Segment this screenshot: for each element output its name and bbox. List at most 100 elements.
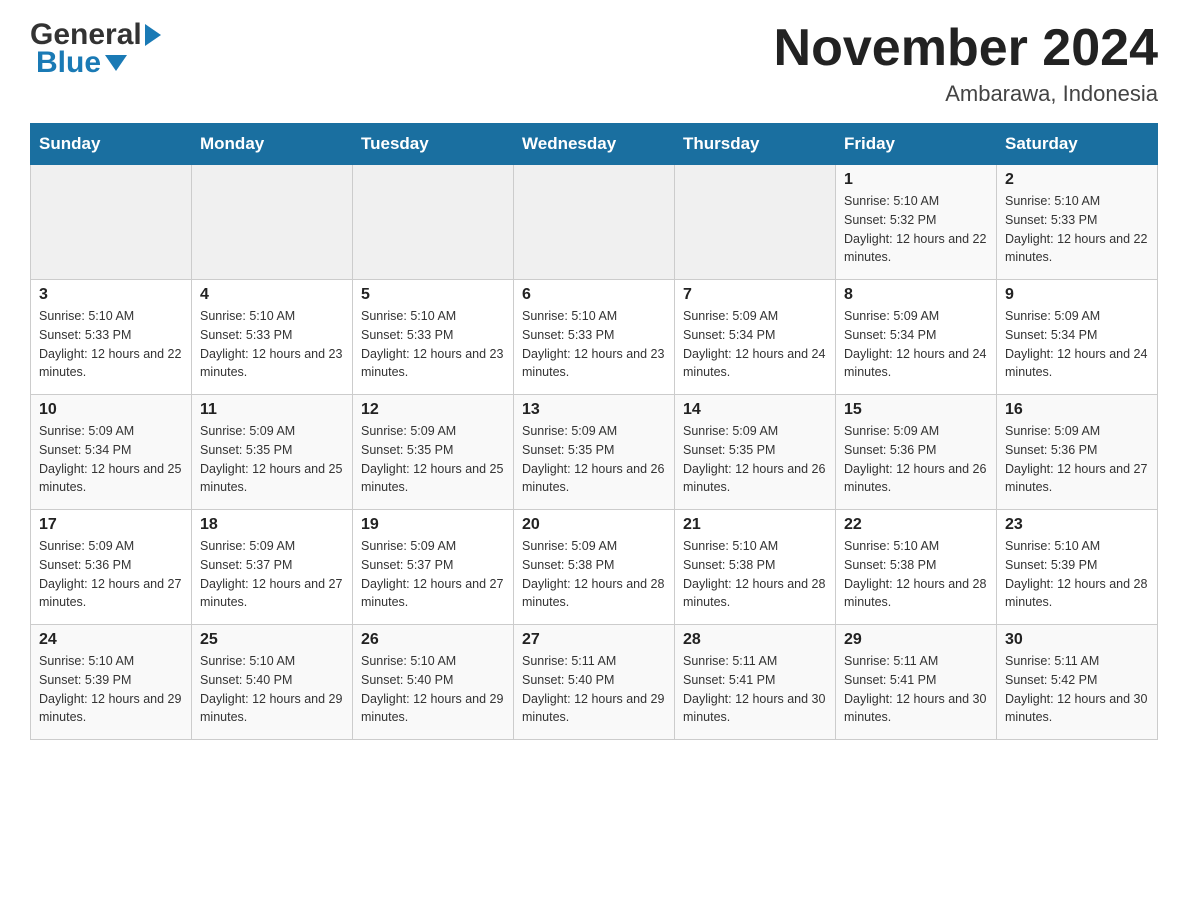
day-info: Sunrise: 5:09 AMSunset: 5:36 PMDaylight:… <box>844 422 988 497</box>
calendar-cell: 23Sunrise: 5:10 AMSunset: 5:39 PMDayligh… <box>997 510 1158 625</box>
day-number: 11 <box>200 401 344 419</box>
day-info: Sunrise: 5:11 AMSunset: 5:41 PMDaylight:… <box>844 652 988 727</box>
calendar-cell: 15 Sunrise: 5:09 AMSunset: 5:36 PMDayligh… <box>836 395 997 510</box>
day-info: Sunrise: 5:09 AMSunset: 5:34 PMDaylight:… <box>683 307 827 382</box>
day-info: Sunrise: 5:10 AMSunset: 5:33 PMDaylight:… <box>1005 192 1149 267</box>
day-number: 16 <box>1005 401 1149 419</box>
calendar-cell <box>353 165 514 280</box>
logo-triangle-right-icon <box>145 24 161 46</box>
day-number: 7 <box>683 286 827 304</box>
header: General Blue November 2024 Ambarawa, Ind… <box>30 20 1158 107</box>
calendar-cell: 28Sunrise: 5:11 AMSunset: 5:41 PMDayligh… <box>675 625 836 740</box>
header-row: SundayMondayTuesdayWednesdayThursdayFrid… <box>31 124 1158 165</box>
day-info: Sunrise: 5:11 AMSunset: 5:42 PMDaylight:… <box>1005 652 1149 727</box>
calendar-cell: 8Sunrise: 5:09 AMSunset: 5:34 PMDaylight… <box>836 280 997 395</box>
day-number: 1 <box>844 171 988 189</box>
calendar-cell: 1 Sunrise: 5:10 AMSunset: 5:32 PMDaylight… <box>836 165 997 280</box>
calendar-cell: 14Sunrise: 5:09 AMSunset: 5:35 PMDayligh… <box>675 395 836 510</box>
calendar-cell: 24 Sunrise: 5:10 AMSunset: 5:39 PMDayligh… <box>31 625 192 740</box>
week-row: 24 Sunrise: 5:10 AMSunset: 5:39 PMDayligh… <box>31 625 1158 740</box>
day-header-tuesday: Tuesday <box>353 124 514 165</box>
day-number: 14 <box>683 401 827 419</box>
day-number: 13 <box>522 401 666 419</box>
calendar-cell: 3 Sunrise: 5:10 AMSunset: 5:33 PMDaylight… <box>31 280 192 395</box>
logo-triangle-down-icon <box>105 55 127 71</box>
day-number: 5 <box>361 286 505 304</box>
week-row: 1 Sunrise: 5:10 AMSunset: 5:32 PMDaylight… <box>31 165 1158 280</box>
title-area: November 2024 Ambarawa, Indonesia <box>774 20 1158 107</box>
day-info: Sunrise: 5:10 AMSunset: 5:40 PMDaylight:… <box>200 652 344 727</box>
day-number: 20 <box>522 516 666 534</box>
calendar-cell: 2 Sunrise: 5:10 AMSunset: 5:33 PMDaylight… <box>997 165 1158 280</box>
calendar-cell: 25Sunrise: 5:10 AMSunset: 5:40 PMDayligh… <box>192 625 353 740</box>
calendar-cell: 12 Sunrise: 5:09 AMSunset: 5:35 PMDayligh… <box>353 395 514 510</box>
calendar-cell: 16 Sunrise: 5:09 AMSunset: 5:36 PMDayligh… <box>997 395 1158 510</box>
calendar-cell <box>514 165 675 280</box>
day-info: Sunrise: 5:09 AMSunset: 5:36 PMDaylight:… <box>39 537 183 612</box>
calendar-cell: 22Sunrise: 5:10 AMSunset: 5:38 PMDayligh… <box>836 510 997 625</box>
day-info: Sunrise: 5:10 AMSunset: 5:38 PMDaylight:… <box>844 537 988 612</box>
calendar-title: November 2024 <box>774 20 1158 77</box>
day-info: Sunrise: 5:10 AMSunset: 5:33 PMDaylight:… <box>361 307 505 382</box>
calendar-cell: 4 Sunrise: 5:10 AMSunset: 5:33 PMDaylight… <box>192 280 353 395</box>
day-number: 24 <box>39 631 183 649</box>
day-number: 3 <box>39 286 183 304</box>
day-header-friday: Friday <box>836 124 997 165</box>
day-info: Sunrise: 5:11 AMSunset: 5:40 PMDaylight:… <box>522 652 666 727</box>
day-info: Sunrise: 5:09 AMSunset: 5:34 PMDaylight:… <box>39 422 183 497</box>
logo-blue-text: Blue <box>36 48 101 78</box>
day-info: Sunrise: 5:09 AMSunset: 5:36 PMDaylight:… <box>1005 422 1149 497</box>
day-number: 18 <box>200 516 344 534</box>
day-number: 29 <box>844 631 988 649</box>
day-number: 15 <box>844 401 988 419</box>
day-info: Sunrise: 5:09 AMSunset: 5:35 PMDaylight:… <box>361 422 505 497</box>
day-number: 8 <box>844 286 988 304</box>
calendar-cell: 29 Sunrise: 5:11 AMSunset: 5:41 PMDayligh… <box>836 625 997 740</box>
day-number: 21 <box>683 516 827 534</box>
day-info: Sunrise: 5:10 AMSunset: 5:33 PMDaylight:… <box>522 307 666 382</box>
calendar-table: SundayMondayTuesdayWednesdayThursdayFrid… <box>30 123 1158 740</box>
calendar-cell: 21 Sunrise: 5:10 AMSunset: 5:38 PMDayligh… <box>675 510 836 625</box>
day-number: 17 <box>39 516 183 534</box>
day-number: 2 <box>1005 171 1149 189</box>
calendar-cell: 7 Sunrise: 5:09 AMSunset: 5:34 PMDaylight… <box>675 280 836 395</box>
day-info: Sunrise: 5:10 AMSunset: 5:32 PMDaylight:… <box>844 192 988 267</box>
calendar-cell: 19 Sunrise: 5:09 AMSunset: 5:37 PMDayligh… <box>353 510 514 625</box>
day-number: 9 <box>1005 286 1149 304</box>
day-header-sunday: Sunday <box>31 124 192 165</box>
day-info: Sunrise: 5:10 AMSunset: 5:38 PMDaylight:… <box>683 537 827 612</box>
week-row: 10Sunrise: 5:09 AMSunset: 5:34 PMDayligh… <box>31 395 1158 510</box>
calendar-cell <box>31 165 192 280</box>
week-row: 17 Sunrise: 5:09 AMSunset: 5:36 PMDayligh… <box>31 510 1158 625</box>
day-header-saturday: Saturday <box>997 124 1158 165</box>
calendar-cell: 9 Sunrise: 5:09 AMSunset: 5:34 PMDaylight… <box>997 280 1158 395</box>
calendar-cell: 26Sunrise: 5:10 AMSunset: 5:40 PMDayligh… <box>353 625 514 740</box>
day-number: 27 <box>522 631 666 649</box>
calendar-cell: 13Sunrise: 5:09 AMSunset: 5:35 PMDayligh… <box>514 395 675 510</box>
day-number: 23 <box>1005 516 1149 534</box>
day-info: Sunrise: 5:10 AMSunset: 5:33 PMDaylight:… <box>39 307 183 382</box>
calendar-cell: 30Sunrise: 5:11 AMSunset: 5:42 PMDayligh… <box>997 625 1158 740</box>
calendar-cell: 11 Sunrise: 5:09 AMSunset: 5:35 PMDayligh… <box>192 395 353 510</box>
day-number: 26 <box>361 631 505 649</box>
calendar-cell: 18 Sunrise: 5:09 AMSunset: 5:37 PMDayligh… <box>192 510 353 625</box>
day-info: Sunrise: 5:10 AMSunset: 5:39 PMDaylight:… <box>39 652 183 727</box>
day-info: Sunrise: 5:09 AMSunset: 5:37 PMDaylight:… <box>361 537 505 612</box>
calendar-cell <box>192 165 353 280</box>
day-number: 12 <box>361 401 505 419</box>
day-number: 6 <box>522 286 666 304</box>
day-number: 4 <box>200 286 344 304</box>
calendar-cell: 27 Sunrise: 5:11 AMSunset: 5:40 PMDayligh… <box>514 625 675 740</box>
day-number: 28 <box>683 631 827 649</box>
calendar-cell: 10Sunrise: 5:09 AMSunset: 5:34 PMDayligh… <box>31 395 192 510</box>
day-info: Sunrise: 5:09 AMSunset: 5:37 PMDaylight:… <box>200 537 344 612</box>
day-info: Sunrise: 5:09 AMSunset: 5:35 PMDaylight:… <box>200 422 344 497</box>
day-info: Sunrise: 5:10 AMSunset: 5:33 PMDaylight:… <box>200 307 344 382</box>
day-header-thursday: Thursday <box>675 124 836 165</box>
day-header-wednesday: Wednesday <box>514 124 675 165</box>
calendar-cell: 17 Sunrise: 5:09 AMSunset: 5:36 PMDayligh… <box>31 510 192 625</box>
calendar-cell: 6 Sunrise: 5:10 AMSunset: 5:33 PMDaylight… <box>514 280 675 395</box>
day-number: 19 <box>361 516 505 534</box>
day-info: Sunrise: 5:09 AMSunset: 5:34 PMDaylight:… <box>1005 307 1149 382</box>
calendar-header: SundayMondayTuesdayWednesdayThursdayFrid… <box>31 124 1158 165</box>
